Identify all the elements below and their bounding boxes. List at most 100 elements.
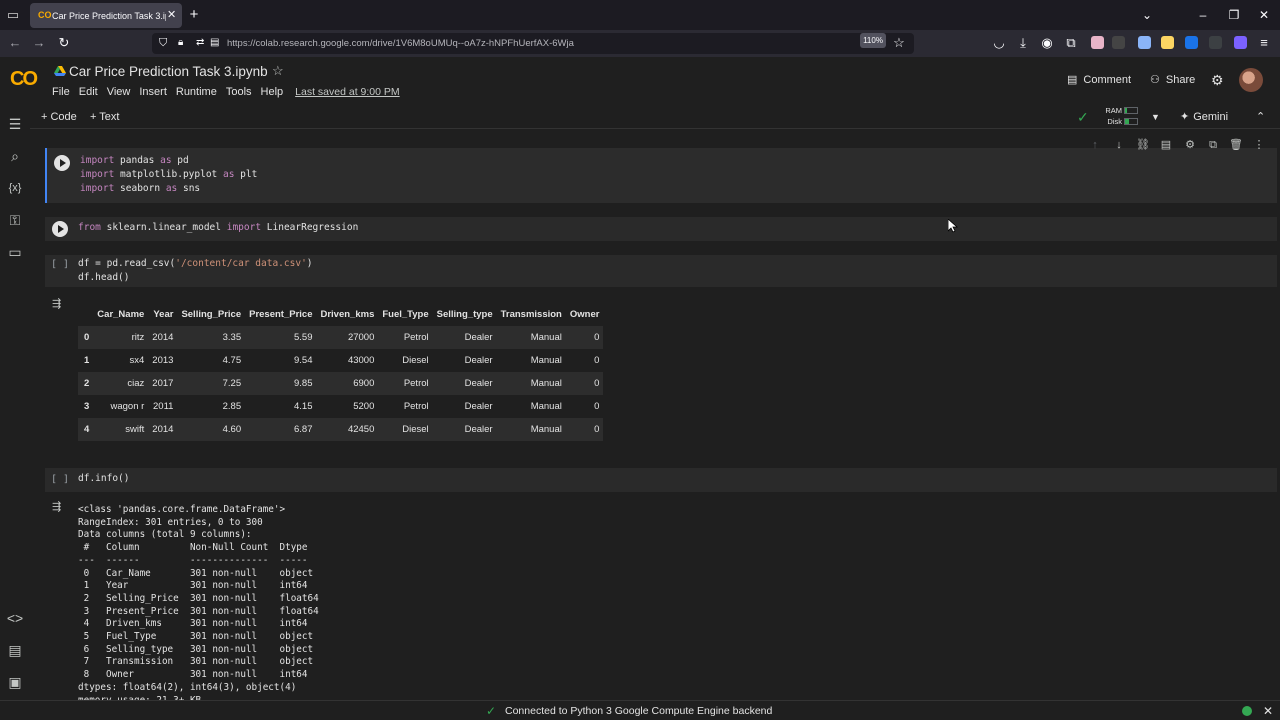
account-icon[interactable]: ◉ xyxy=(1038,34,1056,52)
status-check-icon: ✓ xyxy=(486,704,497,718)
url-text[interactable]: https://colab.research.google.com/drive/… xyxy=(227,36,847,51)
browser-tab-active[interactable]: CO Car Price Prediction Task 3.ipyn ✕ xyxy=(30,3,182,28)
colab-logo[interactable]: CO xyxy=(10,68,44,90)
terminal-icon[interactable]: ▣ xyxy=(6,673,24,691)
table-cell: 3.35 xyxy=(222,332,242,343)
code-cell-df-info[interactable]: [ ] df.info() xyxy=(45,468,1277,492)
ram-usage-fill xyxy=(1125,108,1128,113)
output-options-icon[interactable]: ⇶ xyxy=(52,500,68,514)
code-snippets-icon[interactable]: <> xyxy=(6,609,24,627)
menu-view[interactable]: View xyxy=(107,85,131,99)
delete-cell-icon[interactable]: 🗑︎ xyxy=(1229,137,1243,153)
tab-overflow-icon[interactable]: ⌄ xyxy=(1139,6,1155,24)
table-cell: 4.15 xyxy=(293,401,313,412)
share-button[interactable]: ⚇ Share xyxy=(1150,71,1202,89)
menu-help[interactable]: Help xyxy=(261,85,284,99)
reload-icon[interactable]: ↻ xyxy=(55,34,73,52)
code-line[interactable]: import matplotlib.pyplot as plt xyxy=(80,168,257,182)
pocket-icon[interactable]: ◡ xyxy=(990,34,1008,52)
table-cell: wagon r xyxy=(110,401,145,412)
table-cell: Diesel xyxy=(402,424,429,435)
menu-tools[interactable]: Tools xyxy=(226,85,252,99)
table-of-contents-icon[interactable]: ☰ xyxy=(6,115,24,133)
files-folder-icon[interactable]: ▭ xyxy=(6,243,24,261)
maximize-icon[interactable]: ❐ xyxy=(1226,6,1242,24)
code-line[interactable]: import pandas as pd xyxy=(80,154,189,168)
downloads-icon[interactable]: ⤓ xyxy=(1014,34,1032,52)
notebook-toolbar: + Code + Text ✓ RAM Disk ▼ ✦ Gemini ⌃ xyxy=(30,105,1280,129)
last-saved-link[interactable]: Last saved at 9:00 PM xyxy=(295,85,399,99)
cell-settings-icon[interactable]: ⚙ xyxy=(1183,137,1197,153)
extension-5-icon[interactable] xyxy=(1185,36,1198,49)
secrets-key-icon[interactable]: ⚿ xyxy=(6,211,24,229)
extension-4-icon[interactable] xyxy=(1161,36,1174,49)
notebook-title[interactable]: Car Price Prediction Task 3.ipynb xyxy=(69,62,269,82)
add-code-button[interactable]: + Code xyxy=(41,110,77,124)
table-cell: Manual xyxy=(530,424,562,435)
execution-count: [ ] xyxy=(51,474,70,485)
url-bar[interactable]: ⛉ 🔒︎ ⇄ ▤ https://colab.research.google.c… xyxy=(152,33,914,54)
comment-button[interactable]: ▤ Comment xyxy=(1067,71,1139,89)
link-icon[interactable]: ⛓ xyxy=(1136,137,1150,153)
table-cell: 2017 xyxy=(152,378,174,389)
gemini-button[interactable]: ✦ Gemini xyxy=(1180,110,1240,124)
star-notebook-icon[interactable]: ☆ xyxy=(272,63,286,79)
table-cell: Petrol xyxy=(403,401,429,412)
runtime-dropdown-icon[interactable]: ▼ xyxy=(1151,110,1161,124)
run-cell-icon[interactable] xyxy=(52,221,68,237)
browser-menu-icon[interactable]: ≡ xyxy=(1255,34,1273,52)
add-text-button[interactable]: + Text xyxy=(90,110,119,124)
code-line[interactable]: import seaborn as sns xyxy=(80,182,200,196)
forward-icon[interactable]: → xyxy=(30,34,48,52)
new-tab-icon[interactable]: + xyxy=(186,6,202,24)
extension-7-icon[interactable] xyxy=(1234,36,1247,49)
code-line[interactable]: df = pd.read_csv('/content/car data.csv'… xyxy=(78,257,313,271)
page-info-icon[interactable]: ▤ xyxy=(210,35,222,51)
extension-1-icon[interactable] xyxy=(1091,36,1104,49)
disk-label[interactable]: Disk xyxy=(1100,117,1122,127)
status-close-icon[interactable]: ✕ xyxy=(1263,703,1277,719)
comment-cell-icon[interactable]: ▤ xyxy=(1159,137,1173,153)
more-options-icon[interactable]: ⋮ xyxy=(1252,137,1266,153)
move-up-icon[interactable]: ↑ xyxy=(1088,137,1102,153)
code-cell-sklearn[interactable]: from sklearn.linear_model import LinearR… xyxy=(45,217,1277,241)
command-palette-icon[interactable]: ▤ xyxy=(6,641,24,659)
disk-usage-bar[interactable] xyxy=(1124,118,1138,125)
user-avatar[interactable] xyxy=(1239,68,1263,92)
zoom-level-badge[interactable]: 110% xyxy=(860,33,886,48)
variables-icon[interactable]: {x} xyxy=(6,179,24,197)
menu-runtime[interactable]: Runtime xyxy=(176,85,217,99)
menu-file[interactable]: File xyxy=(52,85,70,99)
ram-usage-bar[interactable] xyxy=(1124,107,1138,114)
code-line[interactable]: from sklearn.linear_model import LinearR… xyxy=(78,221,358,235)
lock-icon[interactable]: 🔒︎ xyxy=(178,35,188,51)
code-cell-imports[interactable]: import pandas as pd import matplotlib.py… xyxy=(45,148,1277,203)
permissions-icon[interactable]: ⇄ xyxy=(196,35,208,51)
settings-gear-icon[interactable]: ⚙ xyxy=(1211,71,1227,89)
bookmark-star-icon[interactable]: ☆ xyxy=(890,34,908,52)
tab-close-icon[interactable]: ✕ xyxy=(167,8,179,22)
menu-insert[interactable]: Insert xyxy=(139,85,167,99)
tab-list-icon[interactable]: ▭ xyxy=(4,6,22,24)
extension-2-icon[interactable] xyxy=(1112,36,1125,49)
status-connected-dot xyxy=(1242,706,1252,716)
run-cell-icon[interactable] xyxy=(54,155,70,171)
code-line[interactable]: df.info() xyxy=(78,472,129,486)
window-close-icon[interactable]: ✕ xyxy=(1256,6,1272,24)
menu-edit[interactable]: Edit xyxy=(79,85,98,99)
search-icon[interactable]: ⌕ xyxy=(6,147,24,165)
collapse-header-icon[interactable]: ⌃ xyxy=(1256,109,1270,125)
move-down-icon[interactable]: ↓ xyxy=(1112,137,1126,153)
mirror-cell-icon[interactable]: ⧉ xyxy=(1206,137,1220,153)
extension-3-icon[interactable] xyxy=(1138,36,1151,49)
extension-6-icon[interactable] xyxy=(1209,36,1222,49)
back-icon[interactable]: ← xyxy=(6,34,24,52)
ram-label[interactable]: RAM xyxy=(1100,106,1122,116)
shield-icon[interactable]: ⛉ xyxy=(159,35,171,51)
table-cell: 7.25 xyxy=(222,378,242,389)
code-line[interactable]: df.head() xyxy=(78,271,129,285)
extensions-icon[interactable]: ⧉ xyxy=(1062,34,1080,52)
output-options-icon[interactable]: ⇶ xyxy=(52,297,68,311)
minimize-icon[interactable]: – xyxy=(1195,6,1211,24)
code-cell-read-csv[interactable]: [ ] df = pd.read_csv('/content/car data.… xyxy=(45,255,1277,287)
